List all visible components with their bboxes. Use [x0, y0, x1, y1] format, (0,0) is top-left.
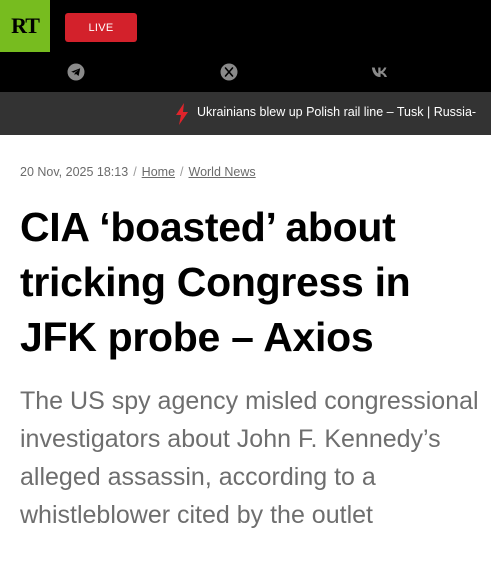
- breadcrumb-home[interactable]: Home: [142, 165, 175, 179]
- breadcrumb-separator: /: [133, 165, 137, 179]
- live-label: LIVE: [88, 21, 114, 34]
- telegram-icon[interactable]: [66, 62, 86, 82]
- top-bar: RT LIVE: [0, 0, 491, 92]
- vk-icon[interactable]: [371, 62, 391, 82]
- lightning-icon: [176, 103, 188, 125]
- x-icon[interactable]: [219, 62, 239, 82]
- article-meta: 20 Nov, 2025 18:13 / Home / World News: [20, 165, 256, 179]
- rt-logo[interactable]: RT: [0, 0, 50, 52]
- article-timestamp: 20 Nov, 2025 18:13: [20, 165, 129, 179]
- news-ticker[interactable]: Ukrainians blew up Polish rail line – Tu…: [0, 92, 491, 135]
- breadcrumb-separator: /: [180, 165, 184, 179]
- logo-text: RT: [11, 13, 40, 38]
- breadcrumb-world-news[interactable]: World News: [189, 165, 256, 179]
- ticker-text[interactable]: Ukrainians blew up Polish rail line – Tu…: [197, 105, 476, 119]
- article-summary: The US spy agency misled congressional i…: [20, 387, 479, 529]
- live-button[interactable]: LIVE: [65, 13, 137, 42]
- article-title: CIA ‘boasted’ about tricking Congress in…: [20, 204, 411, 360]
